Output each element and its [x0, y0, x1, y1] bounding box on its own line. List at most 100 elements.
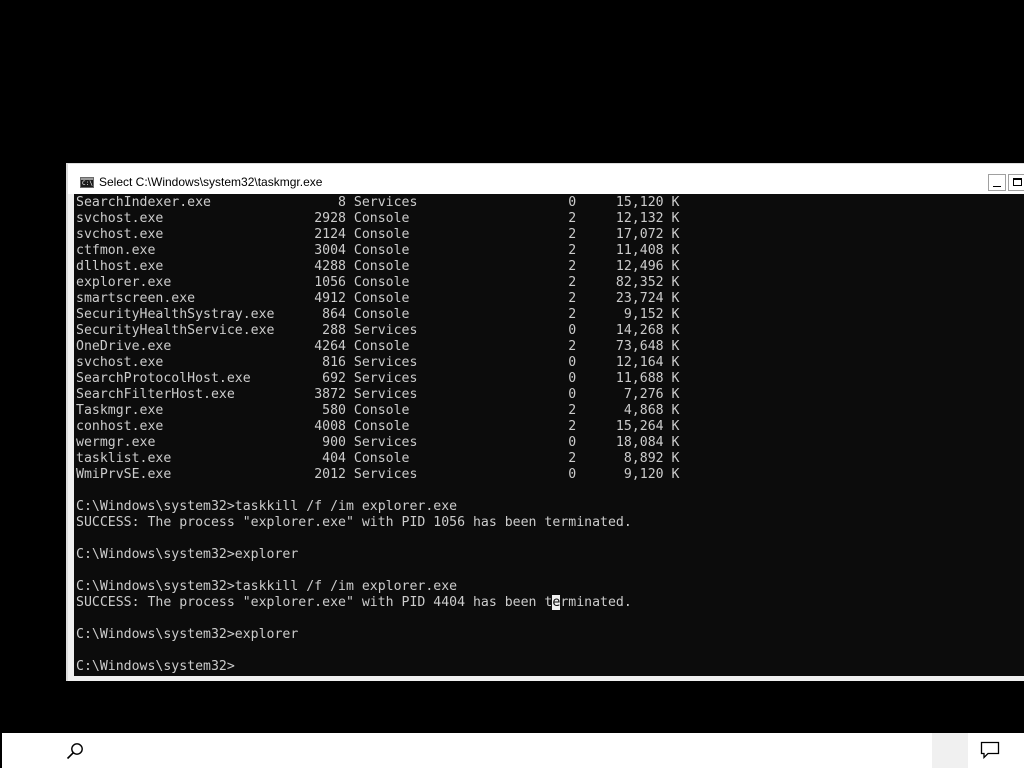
- process-session-number: 0: [480, 355, 577, 370]
- process-session-name: Console: [345, 227, 481, 242]
- action-center-icon: [980, 741, 1000, 759]
- process-row: SecurityHealthService.exe 288 Services 0…: [76, 323, 679, 338]
- process-row: explorer.exe 1056 Console 2 82,352 K: [76, 275, 679, 290]
- process-pid: 4008: [274, 419, 346, 434]
- process-row: svchost.exe 2124 Console 2 17,072 K: [76, 227, 679, 242]
- minimize-button[interactable]: [988, 174, 1006, 191]
- process-image-name: dllhost.exe: [76, 259, 275, 274]
- process-session-name: Console: [345, 307, 481, 322]
- process-mem-usage: 15,264 K: [576, 419, 680, 434]
- process-image-name: SearchFilterHost.exe: [76, 387, 275, 402]
- process-session-number: 2: [480, 307, 577, 322]
- process-image-name: SearchIndexer.exe: [76, 195, 275, 210]
- console-line: C:\Windows\system32>explorer: [76, 547, 299, 562]
- process-image-name: svchost.exe: [76, 355, 275, 370]
- process-pid: 580: [274, 403, 346, 418]
- process-image-name: OneDrive.exe: [76, 339, 275, 354]
- process-session-number: 2: [480, 339, 577, 354]
- process-mem-usage: 12,164 K: [576, 355, 680, 370]
- process-mem-usage: 9,152 K: [576, 307, 680, 322]
- process-session-name: Services: [345, 323, 481, 338]
- process-row: tasklist.exe 404 Console 2 8,892 K: [76, 451, 679, 466]
- process-mem-usage: 7,276 K: [576, 387, 680, 402]
- process-pid: 3004: [274, 243, 346, 258]
- process-session-number: 0: [480, 387, 577, 402]
- process-session-number: 2: [480, 227, 577, 242]
- process-pid: 2124: [274, 227, 346, 242]
- maximize-icon: [1013, 178, 1022, 186]
- process-mem-usage: 14,268 K: [576, 323, 680, 338]
- process-pid: 900: [274, 435, 346, 450]
- process-image-name: tasklist.exe: [76, 451, 275, 466]
- process-image-name: svchost.exe: [76, 227, 275, 242]
- process-row: smartscreen.exe 4912 Console 2 23,724 K: [76, 291, 679, 306]
- process-session-name: Console: [345, 403, 481, 418]
- search-button[interactable]: [52, 733, 100, 768]
- process-session-number: 2: [480, 291, 577, 306]
- process-image-name: WmiPrvSE.exe: [76, 467, 275, 482]
- process-session-name: Console: [345, 275, 481, 290]
- process-session-name: Services: [345, 435, 481, 450]
- process-image-name: wermgr.exe: [76, 435, 275, 450]
- process-image-name: Taskmgr.exe: [76, 403, 275, 418]
- process-session-name: Console: [345, 339, 481, 354]
- console-line: C:\Windows\system32>explorer: [76, 627, 299, 642]
- process-pid: 8: [274, 195, 346, 210]
- show-desktop-area[interactable]: [932, 733, 968, 768]
- process-image-name: SecurityHealthService.exe: [76, 323, 275, 338]
- process-session-number: 2: [480, 451, 577, 466]
- process-session-number: 0: [480, 467, 577, 482]
- process-mem-usage: 11,688 K: [576, 371, 680, 386]
- console-line: SUCCESS: The process "explorer.exe" with…: [76, 515, 632, 530]
- console-app-icon[interactable]: C:\: [80, 177, 94, 188]
- console-line: C:\Windows\system32>: [76, 659, 235, 674]
- taskbar-surface: [2, 733, 1024, 768]
- process-mem-usage: 12,496 K: [576, 259, 680, 274]
- console-output[interactable]: SearchIndexer.exe 8 Services 0 15,120 K …: [76, 195, 679, 675]
- process-session-number: 2: [480, 419, 577, 434]
- process-row: conhost.exe 4008 Console 2 15,264 K: [76, 419, 679, 434]
- process-mem-usage: 15,120 K: [576, 195, 680, 210]
- process-session-name: Services: [345, 387, 481, 402]
- process-mem-usage: 9,120 K: [576, 467, 680, 482]
- action-center-button[interactable]: [968, 733, 1012, 768]
- process-mem-usage: 8,892 K: [576, 451, 680, 466]
- desktop: C:\ Select C:\Windows\system32\taskmgr.e…: [0, 0, 1024, 768]
- process-image-name: ctfmon.exe: [76, 243, 275, 258]
- process-session-number: 2: [480, 403, 577, 418]
- console-line: C:\Windows\system32>taskkill /f /im expl…: [76, 499, 458, 514]
- console-line: C:\Windows\system32>taskkill /f /im expl…: [76, 579, 458, 594]
- process-mem-usage: 82,352 K: [576, 275, 680, 290]
- process-pid: 4264: [274, 339, 346, 354]
- process-session-name: Services: [345, 371, 481, 386]
- console-screen[interactable]: SearchIndexer.exe 8 Services 0 15,120 K …: [74, 194, 1024, 676]
- process-mem-usage: 17,072 K: [576, 227, 680, 242]
- process-pid: 692: [274, 371, 346, 386]
- process-row: dllhost.exe 4288 Console 2 12,496 K: [76, 259, 679, 274]
- window-title: Select C:\Windows\system32\taskmgr.exe: [99, 175, 323, 189]
- process-pid: 3872: [274, 387, 346, 402]
- process-session-number: 2: [480, 275, 577, 290]
- process-pid: 404: [274, 451, 346, 466]
- process-row: svchost.exe 2928 Console 2 12,132 K: [76, 211, 679, 226]
- process-session-number: 2: [480, 211, 577, 226]
- selection-cursor: e: [552, 595, 561, 610]
- process-session-number: 0: [480, 371, 577, 386]
- process-session-name: Console: [345, 291, 481, 306]
- process-image-name: smartscreen.exe: [76, 291, 275, 306]
- process-image-name: conhost.exe: [76, 419, 275, 434]
- process-row: SearchFilterHost.exe 3872 Services 0 7,2…: [76, 387, 679, 402]
- process-session-number: 0: [480, 435, 577, 450]
- console-window[interactable]: C:\ Select C:\Windows\system32\taskmgr.e…: [66, 163, 1024, 681]
- title-bar[interactable]: C:\ Select C:\Windows\system32\taskmgr.e…: [68, 164, 1024, 194]
- process-pid: 4912: [274, 291, 346, 306]
- process-row: svchost.exe 816 Services 0 12,164 K: [76, 355, 679, 370]
- process-mem-usage: 11,408 K: [576, 243, 680, 258]
- process-row: ctfmon.exe 3004 Console 2 11,408 K: [76, 243, 679, 258]
- maximize-button[interactable]: [1008, 174, 1024, 191]
- process-session-name: Console: [345, 243, 481, 258]
- process-row: wermgr.exe 900 Services 0 18,084 K: [76, 435, 679, 450]
- process-row: SecurityHealthSystray.exe 864 Console 2 …: [76, 307, 679, 322]
- process-pid: 2928: [274, 211, 346, 226]
- console-line: SUCCESS: The process "explorer.exe" with…: [76, 595, 632, 610]
